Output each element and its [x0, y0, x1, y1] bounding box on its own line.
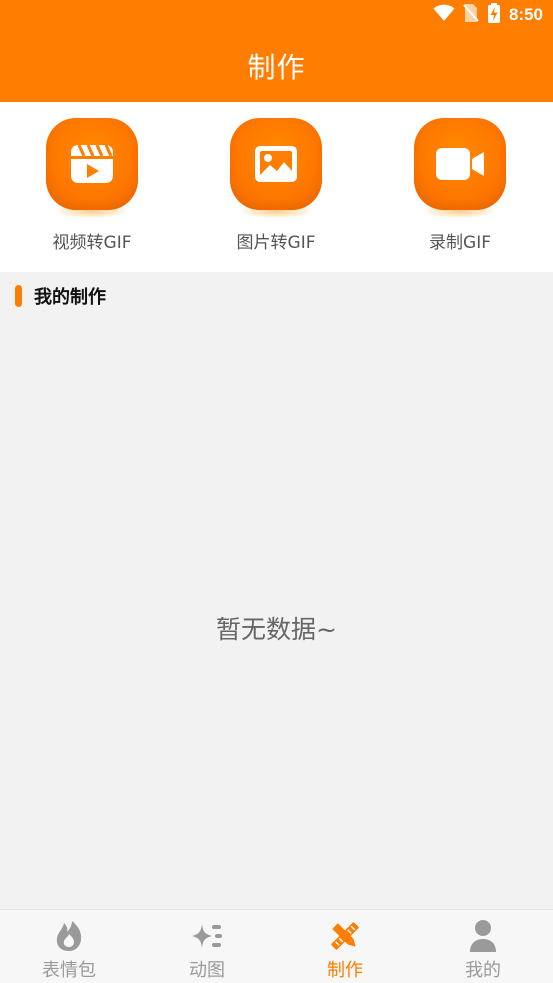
- tool-label: 图片转GIF: [236, 233, 316, 253]
- tool-image-to-gif[interactable]: 图片转GIF: [184, 102, 368, 272]
- video-clapper-icon: [46, 118, 138, 210]
- nav-label: 我的: [465, 960, 501, 981]
- person-icon: [464, 918, 502, 954]
- tool-record-gif[interactable]: 录制GIF: [368, 102, 552, 272]
- nav-label: 表情包: [42, 960, 96, 981]
- video-camera-icon: [414, 118, 506, 210]
- nav-item-gif[interactable]: 动图: [138, 910, 276, 983]
- section-header: 我的制作: [0, 280, 553, 312]
- no-sim-icon: [463, 3, 479, 27]
- image-icon: [230, 118, 322, 210]
- section-marker: [15, 285, 22, 307]
- nav-item-mine[interactable]: 我的: [414, 910, 552, 983]
- wifi-icon: [433, 4, 455, 26]
- empty-state-text: 暂无数据~: [216, 615, 337, 644]
- tool-video-to-gif[interactable]: 视频转GIF: [0, 102, 184, 272]
- app-bar: 制作: [0, 30, 553, 102]
- battery-charging-icon: [487, 3, 501, 27]
- pencil-ruler-icon: [326, 918, 364, 954]
- tool-label: 视频转GIF: [52, 233, 132, 253]
- tool-label: 录制GIF: [429, 233, 491, 253]
- nav-item-create[interactable]: 制作: [276, 910, 414, 983]
- status-icons: 8:50: [433, 3, 543, 27]
- sparkle-list-icon: [188, 918, 226, 954]
- bottom-nav: 表情包 动图 制作 我的: [0, 909, 553, 983]
- tool-grid: 视频转GIF 图片转GIF 录制GIF: [0, 102, 553, 272]
- section-title: 我的制作: [34, 287, 106, 308]
- nav-label: 制作: [327, 960, 363, 981]
- nav-item-emoji[interactable]: 表情包: [0, 910, 138, 983]
- nav-label: 动图: [189, 960, 225, 981]
- page-title: 制作: [247, 51, 306, 84]
- status-time: 8:50: [508, 5, 543, 24]
- flame-icon: [50, 918, 88, 954]
- status-bar: 8:50: [0, 0, 553, 30]
